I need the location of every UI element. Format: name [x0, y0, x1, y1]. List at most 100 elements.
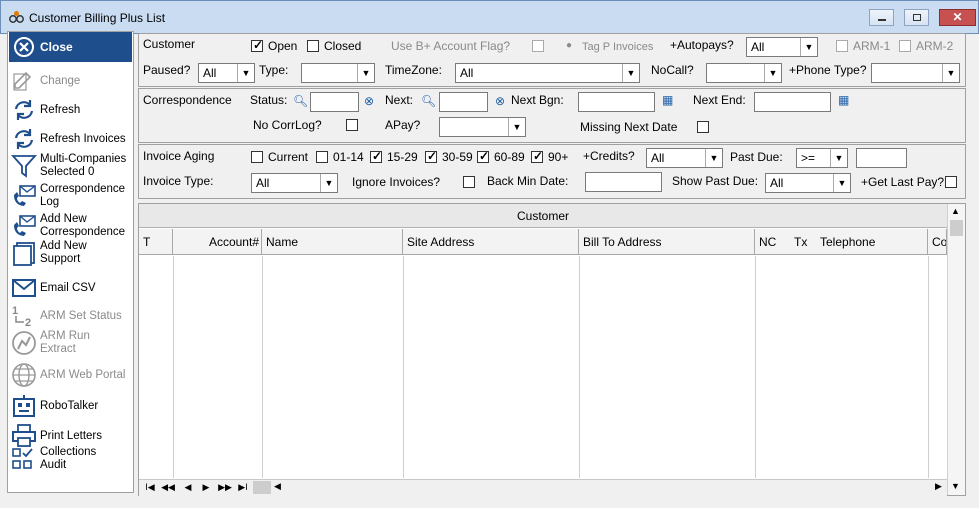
scroll-right-icon[interactable]: ▶ — [935, 481, 942, 492]
next-record-button[interactable]: ▶ — [198, 481, 214, 494]
sidebar-item-collections[interactable]: Collections Audit — [9, 446, 132, 474]
apay-select[interactable]: ▼ — [439, 117, 526, 137]
vertical-scrollbar[interactable]: ▲ ▼ — [947, 204, 965, 495]
phone-mail-icon — [14, 185, 36, 206]
column-header-co[interactable]: Co — [928, 229, 947, 255]
missing-next-checkbox[interactable] — [697, 121, 709, 133]
credits-label: +Credits? — [583, 149, 635, 163]
sidebar-item-robotalker[interactable]: RoboTalker — [9, 393, 132, 421]
nocall-select[interactable]: ▼ — [706, 63, 782, 83]
status-input[interactable] — [310, 92, 359, 112]
minimize-button[interactable] — [869, 9, 894, 26]
back-min-date-input[interactable] — [585, 172, 662, 192]
prev-page-button[interactable]: ◀◀ — [160, 481, 176, 494]
sidebar-item-email-csv[interactable]: Email CSV — [9, 275, 132, 303]
restore-button[interactable] — [904, 9, 929, 26]
chevron-down-icon: ▼ — [237, 64, 254, 82]
horizontal-scroll-thumb[interactable] — [253, 481, 271, 494]
search-icon[interactable]: 🔍︎ — [293, 94, 308, 108]
sidebar-item-refresh[interactable]: Refresh — [9, 97, 132, 125]
last-record-button[interactable]: ▶I — [235, 481, 251, 494]
scroll-thumb[interactable] — [950, 220, 963, 236]
calendar-icon[interactable]: ▦ — [838, 93, 849, 107]
phone-mail-add-icon — [14, 215, 36, 236]
timezone-select[interactable]: All ▼ — [455, 63, 640, 83]
show-past-due-label: Show Past Due: — [672, 174, 759, 188]
sidebar-item-add-new[interactable]: Add New Support — [9, 240, 132, 268]
closed-checkbox[interactable] — [307, 40, 319, 52]
correspondence-section-label: Correspondence — [143, 93, 232, 107]
sidebar-item-arm-run[interactable]: ARM Run Extract — [9, 330, 132, 358]
clear-icon[interactable]: ⊗ — [364, 94, 374, 108]
past-due-operator-select[interactable]: >= ▼ — [796, 148, 848, 168]
aging-90-checkbox[interactable] — [531, 149, 543, 163]
show-past-due-value: All — [770, 176, 784, 190]
ignore-invoices-checkbox[interactable] — [463, 176, 475, 188]
column-header-nc[interactable]: NC — [755, 229, 790, 255]
chevron-down-icon: ▼ — [508, 118, 525, 136]
scroll-left-icon[interactable]: ◀ — [274, 481, 281, 492]
paused-select[interactable]: All ▼ — [198, 63, 255, 83]
no-corrlog-checkbox[interactable] — [346, 119, 358, 131]
search-icon[interactable]: 🔍︎ — [421, 94, 436, 108]
scroll-down-icon[interactable]: ▼ — [951, 481, 960, 491]
column-header-bill-to-address[interactable]: Bill To Address — [579, 229, 755, 255]
column-header-t[interactable]: T — [139, 229, 173, 255]
aging-current-checkbox[interactable] — [251, 151, 263, 163]
aging-90-label: 90+ — [548, 150, 569, 164]
get-last-pay-checkbox[interactable] — [945, 176, 957, 188]
first-record-button[interactable]: I◀ — [142, 481, 158, 494]
aging-30-59-checkbox[interactable] — [425, 149, 437, 163]
column-header-telephone[interactable]: Telephone — [816, 229, 928, 255]
sidebar-item-refresh-invoices[interactable]: Refresh Invoices — [9, 126, 132, 154]
chevron-down-icon: ▼ — [705, 149, 722, 167]
past-due-input[interactable] — [856, 148, 907, 168]
radio-icon[interactable]: ● — [566, 40, 572, 51]
tag-p-label: Tag P Invoices — [582, 41, 654, 53]
close-button[interactable]: Close — [9, 32, 132, 62]
aging-01-14-checkbox[interactable] — [316, 151, 328, 163]
sidebar-item-arm-web-portal[interactable]: ARM Web Portal — [9, 362, 132, 390]
arm2-checkbox[interactable] — [899, 40, 911, 52]
robotalker-icon — [13, 395, 35, 417]
credits-select[interactable]: All ▼ — [646, 148, 723, 168]
back-min-date-label: Back Min Date: — [487, 174, 569, 188]
sidebar-item-change[interactable]: Change — [9, 68, 132, 96]
next-input[interactable] — [439, 92, 488, 112]
type-select[interactable]: ▼ — [301, 63, 375, 83]
chevron-down-icon: ▼ — [764, 64, 781, 82]
column-header-tx[interactable]: Tx — [790, 229, 816, 255]
calendar-icon[interactable]: ▦ — [662, 93, 673, 107]
prev-record-button[interactable]: ◀ — [180, 481, 196, 494]
type-label: Type: — [259, 63, 289, 77]
scroll-up-icon[interactable]: ▲ — [951, 206, 960, 216]
next-page-button[interactable]: ▶▶ — [217, 481, 233, 494]
aging-15-29-checkbox[interactable] — [370, 149, 382, 163]
window-close-button[interactable]: ✕ — [939, 9, 976, 26]
nocall-label: NoCall? — [651, 63, 694, 77]
phone-type-select[interactable]: ▼ — [871, 63, 960, 83]
clear-icon[interactable]: ⊗ — [495, 94, 505, 108]
column-header-site-address[interactable]: Site Address — [403, 229, 579, 255]
sidebar-item-arm-set-status[interactable]: 1 2 ARM Set Status — [9, 303, 132, 331]
invoice-aging-label: Invoice Aging — [143, 149, 215, 163]
column-header-account-[interactable]: Account# — [173, 229, 262, 255]
ignore-invoices-label: Ignore Invoices? — [352, 175, 441, 189]
next-end-input[interactable] — [754, 92, 831, 112]
column-header-name[interactable]: Name — [262, 229, 403, 255]
next-end-label: Next End: — [693, 93, 746, 107]
arm1-checkbox[interactable] — [836, 40, 848, 52]
show-past-due-select[interactable]: All ▼ — [765, 173, 851, 193]
refresh-icon — [14, 100, 34, 120]
sidebar-item-multi-companies[interactable]: Multi-Companies Selected 0 — [9, 153, 132, 181]
sidebar-item-correspondence[interactable]: Correspondence Log — [9, 183, 132, 211]
next-bgn-input[interactable] — [578, 92, 655, 112]
close-label: Close — [40, 40, 73, 54]
autopays-label: +Autopays? — [670, 38, 734, 52]
sidebar-item-add-new[interactable]: Add New Correspondence — [9, 213, 132, 241]
aging-60-89-checkbox[interactable] — [477, 149, 489, 163]
invoice-type-select[interactable]: All ▼ — [251, 173, 338, 193]
open-checkbox[interactable] — [251, 38, 263, 52]
use-flag-checkbox[interactable] — [532, 40, 544, 52]
autopays-select[interactable]: All ▼ — [746, 37, 818, 57]
